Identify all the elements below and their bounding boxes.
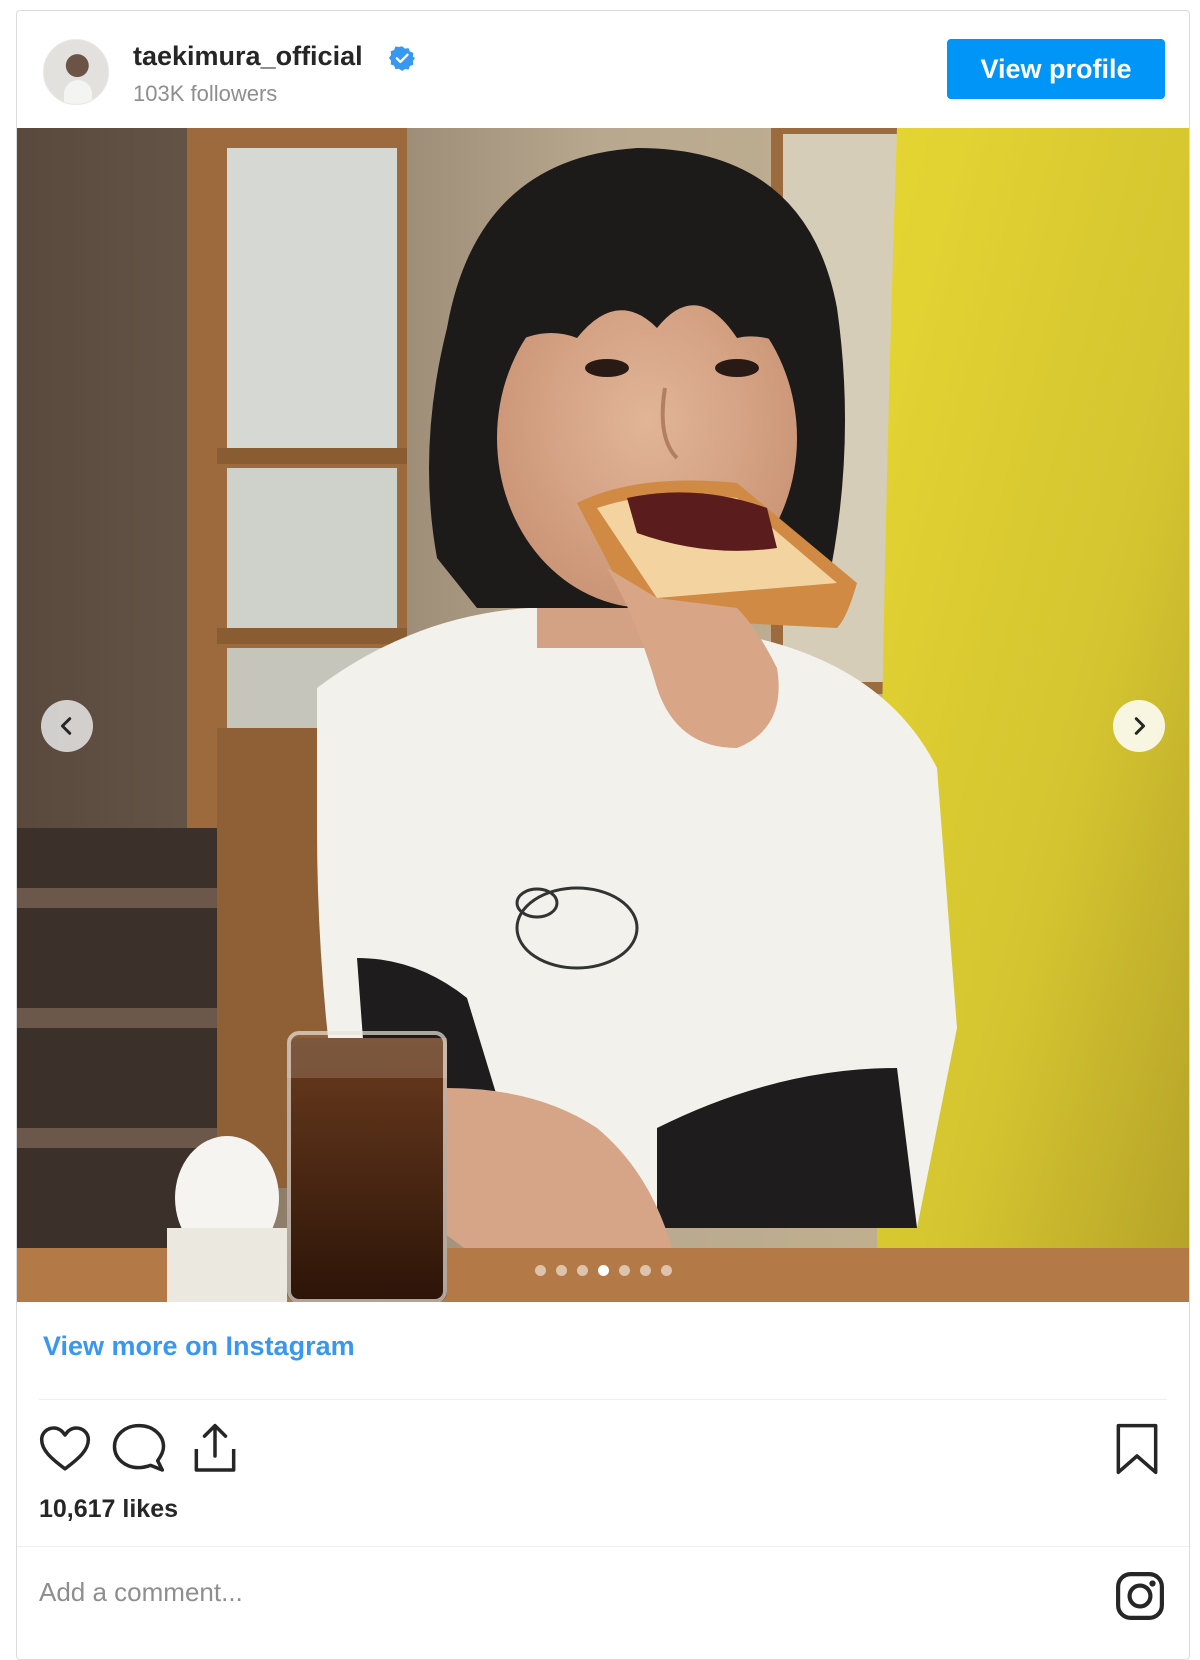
carousel-dot: [597, 1265, 609, 1276]
carousel-next-button[interactable]: [1113, 700, 1165, 752]
photo-illustration: [17, 128, 1189, 1302]
divider: [17, 1546, 1189, 1547]
post-photo[interactable]: [17, 128, 1189, 1302]
view-more-link[interactable]: View more on Instagram: [43, 1331, 355, 1362]
follower-count: 103K followers: [133, 81, 278, 106]
bookmark-icon[interactable]: [1109, 1421, 1165, 1477]
avatar[interactable]: [43, 39, 109, 105]
verified-badge-icon: [389, 46, 415, 71]
carousel-indicator: [17, 1265, 1189, 1276]
chevron-left-icon: [60, 717, 72, 735]
carousel-dot: [639, 1265, 651, 1276]
action-bar: [17, 1421, 1189, 1481]
username[interactable]: taekimura_official: [133, 41, 363, 72]
carousel-dot: [618, 1265, 630, 1276]
chevron-right-icon: [1134, 717, 1146, 735]
carousel-dot: [660, 1265, 672, 1276]
carousel-dot: [555, 1265, 567, 1276]
like-count[interactable]: 10,617 likes: [39, 1495, 178, 1524]
view-profile-button[interactable]: View profile: [947, 39, 1165, 99]
comment-input[interactable]: [37, 1566, 941, 1618]
comment-bubble-icon[interactable]: [111, 1421, 167, 1477]
carousel-prev-button[interactable]: [41, 700, 93, 752]
carousel-dot: [534, 1265, 546, 1276]
post-header: taekimura_official 103K followers View p…: [17, 11, 1189, 128]
carousel-dot: [576, 1265, 588, 1276]
instagram-logo-icon[interactable]: [1115, 1571, 1165, 1621]
share-icon[interactable]: [187, 1421, 243, 1477]
heart-icon[interactable]: [37, 1421, 93, 1477]
divider: [39, 1399, 1167, 1400]
instagram-embed-card: taekimura_official 103K followers View p…: [16, 10, 1190, 1660]
